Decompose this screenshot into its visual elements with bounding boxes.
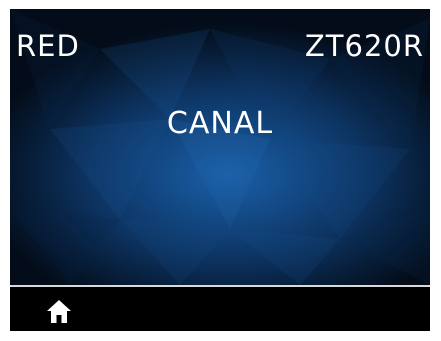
- printer-model-label: ZT620R: [304, 29, 424, 63]
- current-menu-label: CANAL: [166, 106, 274, 141]
- printer-display-screen: RED ZT620R CANAL: [10, 9, 430, 331]
- display-area: RED ZT620R CANAL: [10, 9, 430, 285]
- network-title-label: RED: [16, 29, 80, 63]
- footer-divider: [10, 285, 430, 287]
- home-button[interactable]: [46, 298, 72, 324]
- home-icon: [47, 300, 71, 323]
